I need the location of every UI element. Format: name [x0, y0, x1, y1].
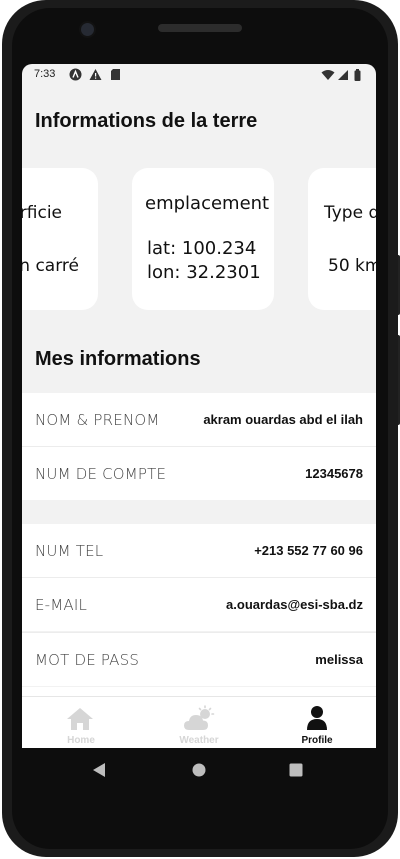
app-screen: 7:33 Informations de la terre erfic [22, 64, 376, 748]
email-value: a.ouardas@esi-sba.dz [226, 597, 363, 612]
info-row-password[interactable]: MOT DE PASS melissa [22, 633, 376, 686]
nav-weather-label: Weather [179, 735, 219, 746]
nav-home[interactable]: Home [22, 697, 140, 748]
land-card-area[interactable]: erficie n carré [22, 168, 98, 310]
battery-icon [354, 68, 361, 86]
nav-weather[interactable]: Weather [140, 697, 258, 748]
card-location-lat: lat: 100.234 [147, 238, 257, 259]
sd-card-icon [110, 68, 121, 86]
bottom-navigation: Home Weather Profile [22, 696, 376, 748]
nav-home-label: Home [67, 735, 95, 746]
my-info-title: Mes informations [35, 348, 201, 370]
signal-icon [337, 68, 349, 86]
password-label: MOT DE PASS [35, 651, 140, 669]
front-camera [79, 21, 96, 38]
notification-a-icon [69, 68, 82, 86]
land-card-location[interactable]: emplacement lat: 100.234 lon: 32.2301 [132, 168, 274, 310]
warning-icon [89, 68, 102, 86]
land-section-title: Informations de la terre [35, 110, 258, 132]
card-area-title: erficie [22, 203, 62, 223]
name-value: akram ouardas abd el ilah [203, 412, 363, 427]
back-icon[interactable] [92, 762, 106, 783]
phone-label: NUM TEL [35, 542, 104, 560]
info-row-name[interactable]: NOM & PRENOM akram ouardas abd el ilah [22, 393, 376, 446]
land-card-soil[interactable]: Type d 50 km [308, 168, 376, 310]
home-icon [66, 707, 94, 736]
account-label: NUM DE COMPTE [35, 465, 167, 483]
info-row-phone[interactable]: NUM TEL +213 552 77 60 96 [22, 524, 376, 577]
card-soil-title: Type d [324, 203, 376, 223]
home-circle-icon[interactable] [192, 763, 206, 782]
phone-value: +213 552 77 60 96 [254, 543, 363, 558]
recents-icon[interactable] [289, 763, 303, 782]
card-location-title: emplacement [145, 193, 270, 214]
wifi-icon [321, 68, 335, 86]
password-value: melissa [315, 652, 363, 667]
phone-frame: 7:33 Informations de la terre erfic [0, 0, 400, 859]
system-navigation-bar [22, 748, 376, 792]
card-soil-value: 50 km [328, 256, 376, 276]
status-bar: 7:33 [22, 64, 376, 86]
card-location-lon: lon: 32.2301 [147, 262, 261, 283]
profile-icon [306, 705, 328, 736]
name-label: NOM & PRENOM [35, 411, 160, 429]
nav-profile[interactable]: Profile [258, 697, 376, 748]
info-row-email[interactable]: E-MAIL a.ouardas@esi-sba.dz [22, 578, 376, 631]
account-value: 12345678 [305, 466, 363, 481]
info-row-account[interactable]: NUM DE COMPTE 12345678 [22, 447, 376, 500]
card-area-value: n carré [22, 256, 79, 276]
weather-icon [183, 705, 215, 736]
earpiece-speaker [158, 24, 242, 32]
status-time: 7:33 [34, 68, 56, 80]
email-label: E-MAIL [35, 596, 88, 614]
nav-profile-label: Profile [301, 735, 333, 746]
